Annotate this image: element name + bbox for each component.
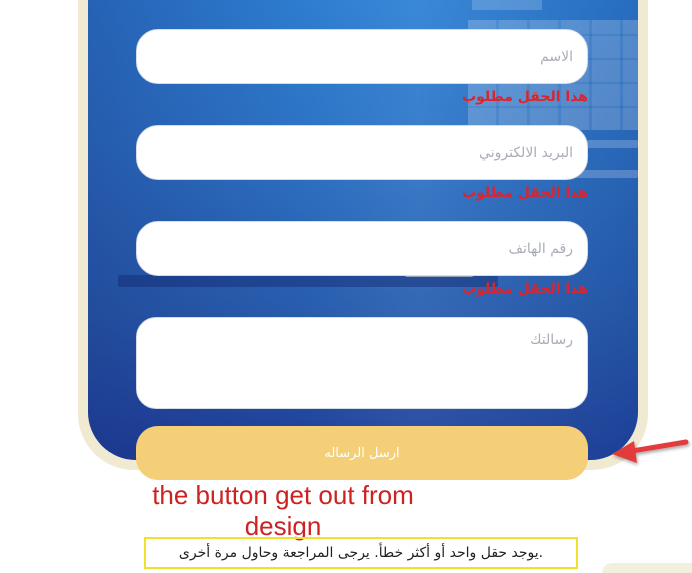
corner-decoration bbox=[602, 563, 692, 573]
background-board bbox=[472, 0, 542, 10]
submit-button-label: ارسل الرساله bbox=[324, 445, 400, 461]
phone-input[interactable] bbox=[137, 222, 587, 275]
annotation-label: the button get out from design bbox=[152, 480, 414, 541]
email-error: هذا الحقل مطلوب bbox=[462, 185, 588, 201]
email-input[interactable] bbox=[137, 126, 587, 179]
name-error: هذا الحقل مطلوب bbox=[462, 89, 588, 105]
message-field[interactable] bbox=[136, 317, 588, 409]
phone-field[interactable] bbox=[136, 221, 588, 276]
red-arrow-icon bbox=[612, 439, 689, 463]
validation-notice: .يوجد حقل واحد أو أكثر خطأ. يرجى المراجع… bbox=[144, 537, 578, 569]
submit-button[interactable]: ارسل الرساله bbox=[136, 426, 588, 480]
message-textarea[interactable] bbox=[137, 318, 587, 408]
name-input[interactable] bbox=[137, 30, 587, 83]
email-field[interactable] bbox=[136, 125, 588, 180]
name-field[interactable] bbox=[136, 29, 588, 84]
phone-error: هذا الحقل مطلوب bbox=[462, 281, 588, 297]
